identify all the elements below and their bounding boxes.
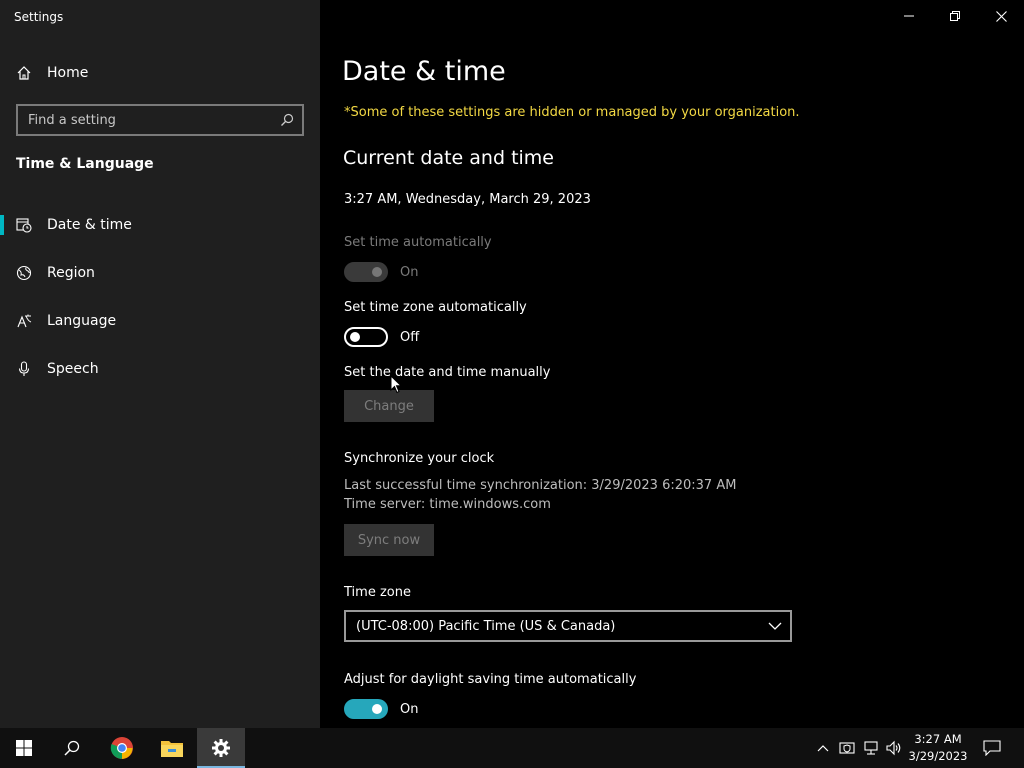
notification-icon: [983, 740, 1001, 756]
defender-icon: [839, 742, 855, 754]
language-icon: [16, 313, 32, 329]
change-button[interactable]: Change: [344, 390, 434, 422]
settings-gear-icon: [212, 739, 230, 757]
last-sync-text: Last successful time synchronization: 3/…: [344, 478, 737, 493]
timezone-value: (UTC-08:00) Pacific Time (US & Canada): [356, 618, 616, 634]
sidebar-item-date-time[interactable]: Date & time: [0, 205, 320, 245]
sync-now-button[interactable]: Sync now: [344, 524, 434, 556]
chevron-down-icon: [768, 622, 782, 630]
sidebar-item-speech[interactable]: Speech: [0, 349, 320, 389]
clock-date: 3/29/2023: [908, 749, 968, 763]
file-explorer-icon: [161, 741, 183, 757]
sidebar-item-label: Date & time: [47, 217, 132, 233]
windows-start-icon: [16, 740, 32, 756]
volume-icon: [886, 740, 901, 756]
show-hidden-icons[interactable]: [812, 728, 834, 768]
chrome-icon: [110, 737, 133, 759]
taskbar-chrome[interactable]: [98, 728, 146, 768]
set-zone-auto-label: Set time zone automatically: [344, 300, 527, 315]
taskbar: 3:27 AM 3/29/2023: [0, 728, 1024, 768]
restore-button[interactable]: [932, 0, 978, 32]
page-title: Date & time: [342, 56, 506, 87]
daylight-state: On: [400, 702, 419, 717]
current-date-value: 3:27 AM, Wednesday, March 29, 2023: [344, 192, 591, 207]
chevron-up-icon: [817, 745, 829, 752]
taskbar-settings[interactable]: [197, 728, 245, 768]
clock-calendar-icon: [16, 217, 32, 233]
clock-time: 3:27 AM: [914, 732, 962, 746]
taskbar-file-explorer[interactable]: [148, 728, 196, 768]
sidebar-item-region[interactable]: Region: [0, 253, 320, 293]
sidebar-item-label: Region: [47, 265, 95, 281]
restore-icon: [950, 11, 960, 21]
home-link[interactable]: Home: [16, 62, 88, 84]
timezone-label: Time zone: [344, 585, 411, 600]
tray-defender[interactable]: [836, 728, 858, 768]
set-zone-auto-state: Off: [400, 330, 420, 345]
set-zone-auto-toggle[interactable]: [344, 327, 388, 347]
home-label: Home: [47, 65, 89, 81]
current-date-heading: Current date and time: [343, 147, 554, 169]
minimize-icon: [904, 15, 914, 17]
mouse-cursor-icon: [390, 375, 402, 394]
daylight-label: Adjust for daylight saving time automati…: [344, 672, 637, 687]
sidebar: Settings Home Time & Language Date & tim: [0, 0, 320, 728]
time-server-text: Time server: time.windows.com: [344, 497, 551, 512]
minimize-button[interactable]: [886, 0, 932, 32]
sidebar-item-label: Speech: [47, 361, 99, 377]
taskbar-clock[interactable]: 3:27 AM 3/29/2023: [905, 731, 971, 765]
network-icon: [864, 741, 878, 755]
search-input[interactable]: [18, 106, 272, 134]
tray-volume[interactable]: [883, 728, 905, 768]
microphone-icon: [16, 361, 32, 377]
tray-network[interactable]: [860, 728, 882, 768]
daylight-toggle[interactable]: [344, 699, 388, 719]
section-title: Time & Language: [16, 156, 154, 172]
start-button[interactable]: [0, 728, 48, 768]
set-time-auto-toggle: [344, 262, 388, 282]
search-box[interactable]: [16, 104, 304, 136]
search-icon: [64, 740, 80, 756]
home-icon: [17, 66, 31, 80]
sync-heading: Synchronize your clock: [344, 451, 495, 466]
timezone-dropdown[interactable]: (UTC-08:00) Pacific Time (US & Canada): [344, 610, 792, 642]
search-icon[interactable]: [272, 113, 302, 127]
app-title: Settings: [14, 10, 64, 24]
sidebar-item-language[interactable]: Language: [0, 301, 320, 341]
globe-icon: [16, 265, 32, 281]
managed-notice: *Some of these settings are hidden or ma…: [344, 105, 800, 120]
sidebar-item-label: Language: [47, 313, 117, 329]
set-time-auto-label: Set time automatically: [344, 235, 492, 250]
manual-label: Set the date and time manually: [344, 365, 551, 380]
main-pane: Date & time *Some of these settings are …: [320, 0, 1024, 728]
taskbar-search-button[interactable]: [48, 728, 96, 768]
close-icon: [995, 10, 1007, 22]
set-time-auto-state: On: [400, 265, 419, 280]
action-center-button[interactable]: [978, 728, 1006, 768]
close-button[interactable]: [978, 0, 1024, 32]
